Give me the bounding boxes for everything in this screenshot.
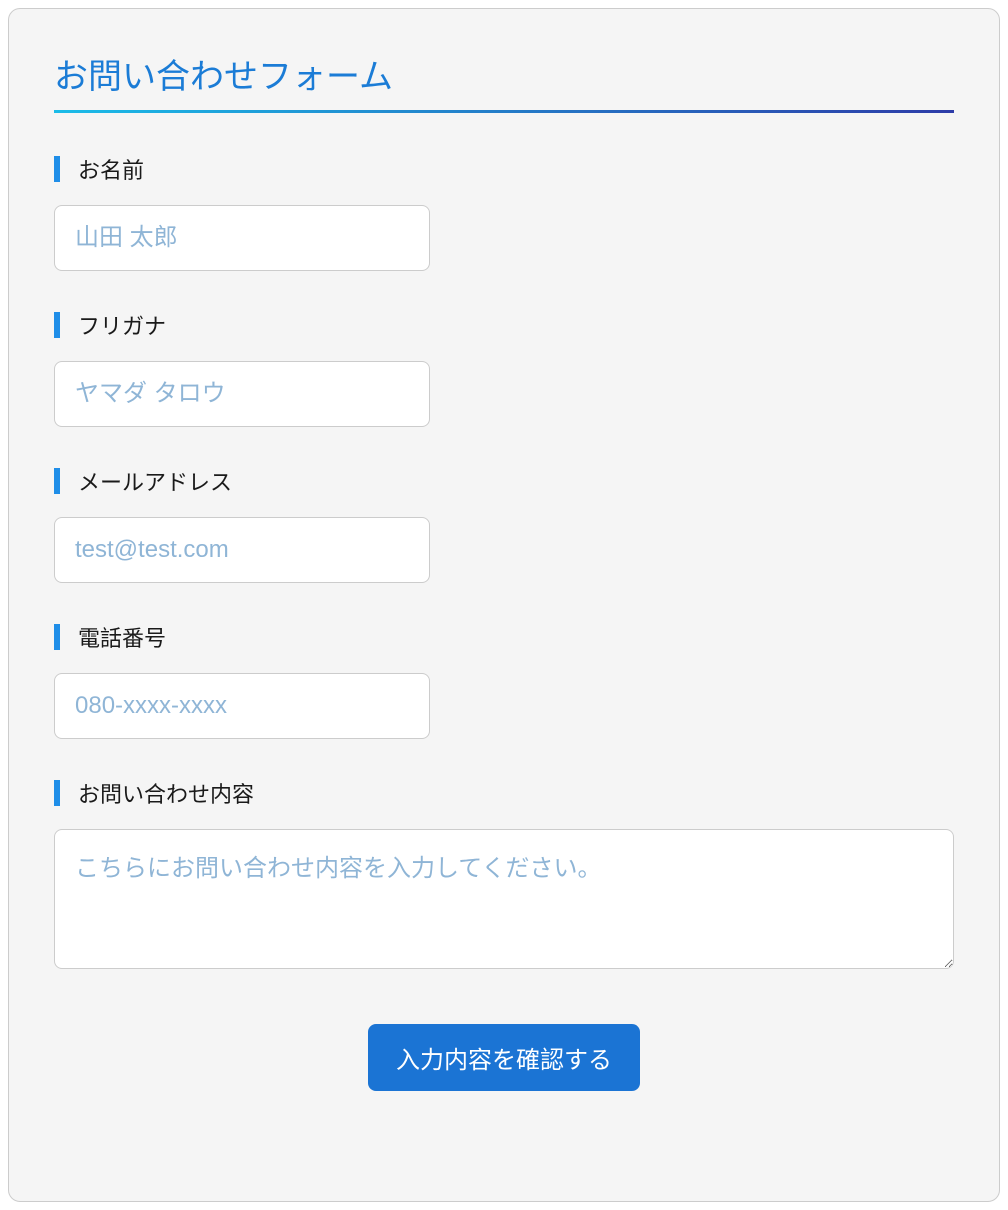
label-bar-icon	[54, 624, 60, 650]
label-name: お名前	[54, 153, 954, 185]
furigana-input[interactable]	[54, 361, 430, 427]
submit-button[interactable]: 入力内容を確認する	[368, 1024, 640, 1091]
label-message: お問い合わせ内容	[54, 777, 954, 809]
label-bar-icon	[54, 312, 60, 338]
label-text-message: お問い合わせ内容	[78, 777, 254, 809]
form-group-phone: 電話番号	[54, 621, 954, 739]
name-input[interactable]	[54, 205, 430, 271]
label-bar-icon	[54, 156, 60, 182]
label-text-email: メールアドレス	[78, 465, 232, 497]
form-group-name: お名前	[54, 153, 954, 271]
label-phone: 電話番号	[54, 621, 954, 653]
form-title: お問い合わせフォーム	[54, 49, 954, 113]
label-text-name: お名前	[78, 153, 144, 185]
label-text-phone: 電話番号	[78, 621, 166, 653]
button-wrapper: 入力内容を確認する	[54, 1024, 954, 1091]
email-input[interactable]	[54, 517, 430, 583]
phone-input[interactable]	[54, 673, 430, 739]
form-group-email: メールアドレス	[54, 465, 954, 583]
label-furigana: フリガナ	[54, 309, 954, 341]
contact-form-container: お問い合わせフォーム お名前 フリガナ メールアドレス 電話番号	[8, 8, 1000, 1202]
label-bar-icon	[54, 468, 60, 494]
message-textarea[interactable]	[54, 829, 954, 969]
label-email: メールアドレス	[54, 465, 954, 497]
label-bar-icon	[54, 780, 60, 806]
form-group-furigana: フリガナ	[54, 309, 954, 427]
form-group-message: お問い合わせ内容	[54, 777, 954, 974]
label-text-furigana: フリガナ	[78, 309, 166, 341]
